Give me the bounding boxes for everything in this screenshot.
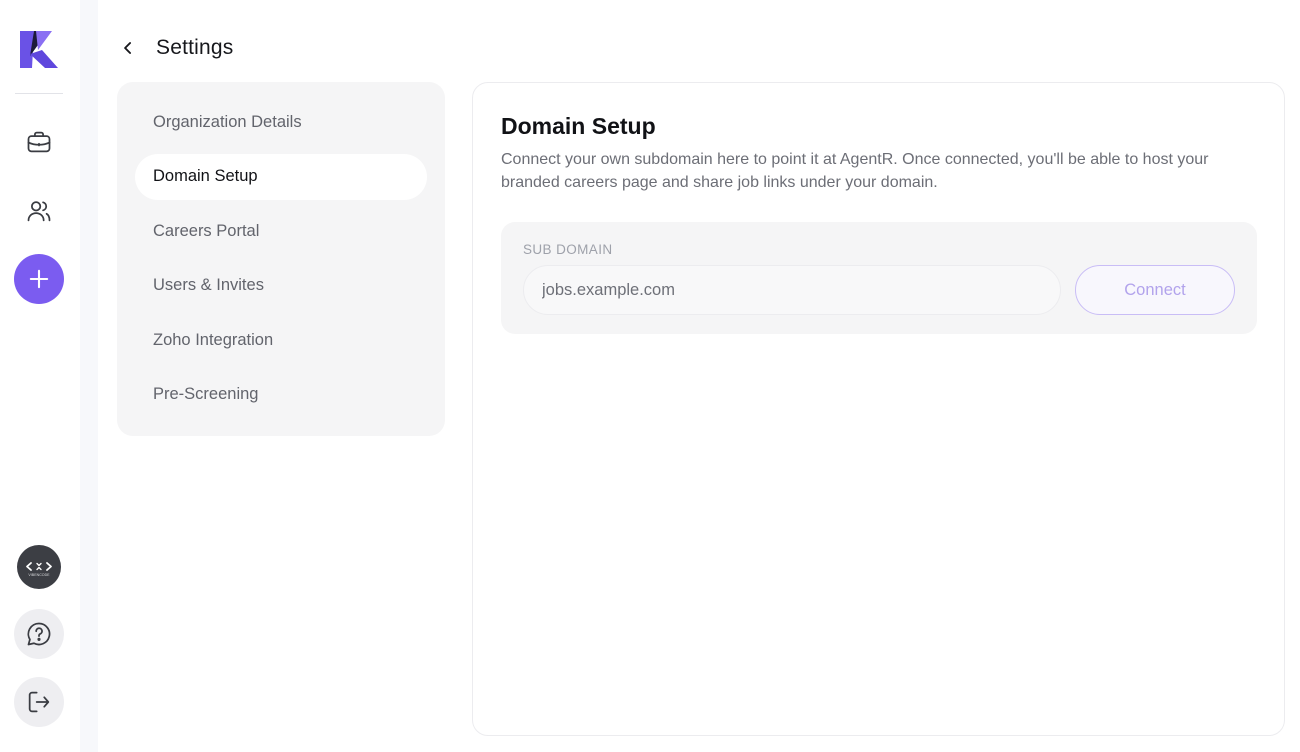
logout-button[interactable] — [14, 677, 64, 727]
rail-divider — [15, 93, 63, 94]
jobs-nav-button[interactable] — [14, 117, 64, 167]
settings-menu: Organization Details Domain Setup Career… — [117, 82, 445, 436]
menu-item-organization-details[interactable]: Organization Details — [135, 99, 427, 145]
subdomain-input[interactable] — [523, 265, 1061, 315]
menu-item-pre-screening[interactable]: Pre-Screening — [135, 372, 427, 418]
menu-item-users-invites[interactable]: Users & Invites — [135, 263, 427, 309]
menu-item-careers-portal[interactable]: Careers Portal — [135, 208, 427, 254]
connect-button[interactable]: Connect — [1075, 265, 1235, 315]
plus-icon — [29, 269, 49, 289]
vibencode-avatar-icon: VIBENCODE — [26, 562, 52, 577]
domain-setup-panel: Domain Setup Connect your own subdomain … — [472, 82, 1285, 736]
menu-item-domain-setup[interactable]: Domain Setup — [135, 153, 427, 200]
help-button[interactable] — [14, 609, 64, 659]
add-button[interactable] — [14, 254, 64, 304]
users-icon — [27, 201, 51, 222]
briefcase-icon — [27, 131, 51, 153]
subdomain-form: SUB DOMAIN Connect — [501, 222, 1257, 334]
org-avatar[interactable]: VIBENCODE — [17, 545, 61, 589]
panel-description: Connect your own subdomain here to point… — [501, 151, 1209, 191]
left-rail: VIBENCODE — [0, 0, 80, 752]
page-header: Settings — [117, 30, 233, 66]
candidates-nav-button[interactable] — [14, 186, 64, 236]
back-button[interactable] — [117, 37, 139, 59]
subdomain-label: SUB DOMAIN — [523, 242, 613, 257]
agentr-logo-icon[interactable] — [18, 28, 60, 70]
page-title: Settings — [156, 36, 234, 59]
rail-divider-strip — [80, 0, 98, 752]
menu-item-zoho-integration[interactable]: Zoho Integration — [135, 317, 427, 363]
panel-title: Domain Setup — [501, 113, 656, 139]
avatar-text: VIBENCODE — [28, 573, 50, 577]
logout-icon — [28, 691, 50, 713]
help-chat-icon — [27, 622, 51, 646]
subdomain-row: Connect — [523, 265, 1235, 315]
chevron-left-icon — [124, 42, 131, 54]
